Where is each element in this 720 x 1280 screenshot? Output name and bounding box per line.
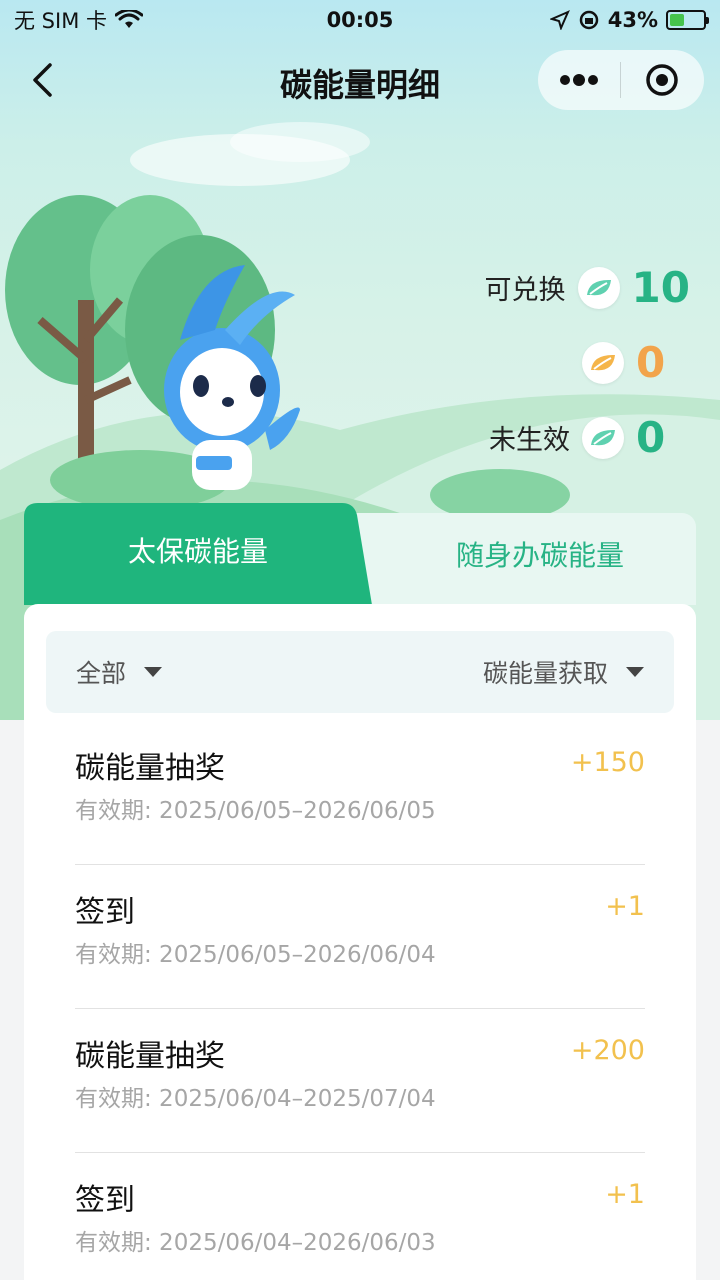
battery-percent: 43% <box>607 8 658 32</box>
record-title: 碳能量抽奖 <box>75 751 225 786</box>
stat-value: 0 <box>636 413 666 462</box>
records-card: 全部 碳能量获取 碳能量抽奖 有效期: 2025/06/05–2026/06/0… <box>24 604 696 1280</box>
leaf-icon-orange <box>582 341 624 384</box>
battery-icon <box>666 10 709 30</box>
carrier-text: 无 SIM 卡 <box>14 9 107 33</box>
leaf-icon <box>577 266 620 309</box>
stat-inactive: 未生效 0 <box>489 413 690 462</box>
record-points: +150 <box>570 747 645 778</box>
record-title: 碳能量抽奖 <box>75 1039 225 1074</box>
record-title: 签到 <box>75 1183 135 1218</box>
record-validity: 有效期: 2025/06/05–2026/06/04 <box>75 942 436 968</box>
chevron-left-icon <box>33 63 52 97</box>
record-points: +200 <box>570 1035 645 1066</box>
tab-label: 随身办碳能量 <box>455 539 624 572</box>
record-title: 签到 <box>75 895 135 930</box>
stat-exchangeable: 可兑换 10 <box>485 263 690 312</box>
stat-value: 10 <box>631 263 690 312</box>
target-close-icon <box>646 64 678 96</box>
source-filter-label: 碳能量获取 <box>482 659 608 688</box>
nav-bar: 碳能量明细 <box>0 48 720 112</box>
stat-pending: 0 <box>582 338 690 387</box>
stat-label: 可兑换 <box>484 275 566 306</box>
list-item[interactable]: 碳能量抽奖 有效期: 2025/06/04–2025/07/04 +200 <box>75 1009 645 1153</box>
list-item[interactable]: 签到 有效期: 2025/06/04–2026/06/03 +1 <box>75 1153 645 1280</box>
records-list: 碳能量抽奖 有效期: 2025/06/05–2026/06/05 +150 签到… <box>75 721 645 1280</box>
tab-label: 太保碳能量 <box>127 535 268 568</box>
filter-bar: 全部 碳能量获取 <box>46 631 674 713</box>
list-item[interactable]: 签到 有效期: 2025/06/05–2026/06/04 +1 <box>75 865 645 1009</box>
source-filter-dropdown[interactable]: 碳能量获取 <box>483 654 644 690</box>
record-validity: 有效期: 2025/06/05–2026/06/05 <box>75 798 436 824</box>
more-button[interactable] <box>538 50 620 110</box>
tab-taibao[interactable]: 太保碳能量 <box>24 503 372 605</box>
record-validity: 有效期: 2025/06/04–2025/07/04 <box>75 1086 436 1112</box>
wifi-icon <box>115 10 143 28</box>
close-miniapp-button[interactable] <box>621 50 703 110</box>
caret-down-icon <box>144 667 163 677</box>
stat-label: 未生效 <box>489 425 570 456</box>
stat-value: 0 <box>636 338 666 387</box>
type-filter-label: 全部 <box>76 659 127 688</box>
miniapp-capsule <box>538 50 704 110</box>
record-validity: 有效期: 2025/06/04–2026/06/03 <box>75 1230 436 1256</box>
back-button[interactable] <box>22 60 62 100</box>
type-filter-dropdown[interactable]: 全部 <box>76 654 163 690</box>
tab-suishenban[interactable]: 随身办碳能量 <box>354 513 696 605</box>
tab-bar: 随身办碳能量 太保碳能量 <box>24 503 696 605</box>
rotation-lock-icon <box>579 10 598 30</box>
location-arrow-icon <box>549 10 570 30</box>
caret-down-icon <box>626 667 644 677</box>
record-points: +1 <box>605 1179 645 1210</box>
list-item[interactable]: 碳能量抽奖 有效期: 2025/06/05–2026/06/05 +150 <box>75 721 645 865</box>
status-bar: 无 SIM 卡 00:05 43% <box>0 0 720 40</box>
leaf-icon <box>582 416 624 459</box>
record-points: +1 <box>605 891 645 922</box>
more-dots-icon <box>560 74 598 86</box>
